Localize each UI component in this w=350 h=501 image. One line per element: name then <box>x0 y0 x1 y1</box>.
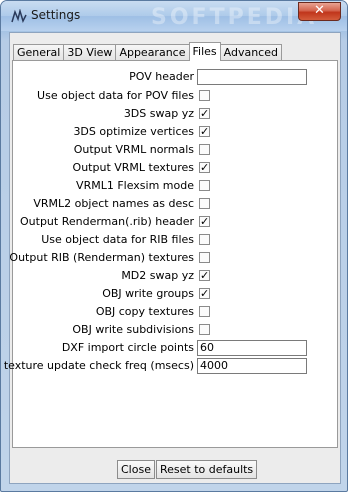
close-window-button[interactable]: ✕ <box>298 2 341 21</box>
setting-row: OBJ copy textures <box>13 304 337 322</box>
checkmark-icon: ✓ <box>200 215 210 228</box>
setting-label: OBJ write groups <box>102 287 194 300</box>
setting-row: OBJ write subdivisions <box>13 322 337 340</box>
setting-label: Use object data for POV files <box>37 89 194 102</box>
setting-row: MD2 swap yz ✓ <box>13 268 337 286</box>
setting-label: POV header <box>129 70 194 83</box>
setting-row: OBJ write groups ✓ <box>13 286 337 304</box>
pov-header-field[interactable] <box>197 69 307 85</box>
dialog-button-bar: Close Reset to defaults <box>117 460 258 479</box>
vrml2-names-desc-checkbox[interactable] <box>199 198 210 209</box>
3ds-optimize-vertices-checkbox[interactable]: ✓ <box>199 126 210 137</box>
tab-general[interactable]: General <box>13 44 65 61</box>
checkmark-icon: ✓ <box>200 107 210 120</box>
title-bar[interactable]: Settings SOFTPEDIA ✕ <box>1 1 347 31</box>
setting-label: DXF import circle points <box>61 341 194 354</box>
tab-appearance[interactable]: Appearance <box>115 44 190 61</box>
setting-label: texture update check freq (msecs) <box>3 359 194 372</box>
watermark: SOFTPEDIA <box>151 5 318 30</box>
setting-label: Use object data for RIB files <box>41 233 194 246</box>
setting-label: 3DS swap yz <box>123 107 194 120</box>
setting-row: Output VRML textures ✓ <box>13 160 337 178</box>
dxf-circle-points-field[interactable]: 60 <box>197 340 307 356</box>
setting-row: 3DS swap yz ✓ <box>13 106 337 124</box>
setting-label: OBJ copy textures <box>95 305 194 318</box>
texture-check-freq-field[interactable]: 4000 <box>197 358 307 374</box>
setting-row: VRML1 Flexsim mode <box>13 178 337 196</box>
setting-row: POV header <box>13 69 337 87</box>
app-icon <box>11 9 27 23</box>
obj-write-subdivisions-checkbox[interactable] <box>199 324 210 335</box>
setting-label: Output VRML normals <box>73 143 194 156</box>
3ds-swap-yz-checkbox[interactable]: ✓ <box>199 108 210 119</box>
setting-row: texture update check freq (msecs) 4000 <box>4 358 337 376</box>
setting-row: VRML2 object names as desc <box>13 196 337 214</box>
checkmark-icon: ✓ <box>200 125 210 138</box>
close-icon: ✕ <box>314 3 325 18</box>
tab-3d-view[interactable]: 3D View <box>63 44 117 61</box>
setting-label: 3DS optimize vertices <box>73 125 194 138</box>
close-button[interactable]: Close <box>117 460 155 479</box>
vrml1-flexsim-checkbox[interactable] <box>199 180 210 191</box>
rib-textures-checkbox[interactable] <box>199 252 210 263</box>
md2-swap-yz-checkbox[interactable]: ✓ <box>199 270 210 281</box>
tab-advanced[interactable]: Advanced <box>219 44 282 61</box>
vrml-normals-checkbox[interactable] <box>199 144 210 155</box>
settings-window: Settings SOFTPEDIA ✕ General 3D View App… <box>0 0 348 492</box>
setting-row: Output VRML normals <box>13 142 337 160</box>
reset-to-defaults-button[interactable]: Reset to defaults <box>155 460 258 479</box>
obj-copy-textures-checkbox[interactable] <box>199 306 210 317</box>
setting-label: Output RIB (Renderman) textures <box>9 251 194 264</box>
window-title: Settings <box>31 8 81 22</box>
dialog-client-area: General 3D View Appearance Files Advance… <box>4 32 341 484</box>
setting-row: Output Renderman(.rib) header ✓ <box>13 214 337 232</box>
checkmark-icon: ✓ <box>200 287 210 300</box>
vrml-textures-checkbox[interactable]: ✓ <box>199 162 210 173</box>
renderman-header-checkbox[interactable]: ✓ <box>199 216 210 227</box>
tab-files[interactable]: Files <box>188 42 221 61</box>
setting-row: DXF import circle points 60 <box>13 340 337 358</box>
files-settings-panel: POV header Use object data for POV files… <box>4 60 338 448</box>
rib-object-data-checkbox[interactable] <box>199 234 210 245</box>
checkmark-icon: ✓ <box>200 269 210 282</box>
setting-row: Output RIB (Renderman) textures <box>9 250 337 268</box>
setting-label: Output Renderman(.rib) header <box>20 215 194 228</box>
setting-label: OBJ write subdivisions <box>72 323 194 336</box>
setting-row: Use object data for RIB files <box>13 232 337 250</box>
pov-object-data-checkbox[interactable] <box>199 90 210 101</box>
setting-label: MD2 swap yz <box>121 269 194 282</box>
setting-row: 3DS optimize vertices ✓ <box>13 124 337 142</box>
tab-strip: General 3D View Appearance Files Advance… <box>13 42 282 61</box>
setting-label: Output VRML textures <box>72 161 194 174</box>
setting-label: VRML1 Flexsim mode <box>76 179 194 192</box>
setting-label: VRML2 object names as desc <box>33 197 194 210</box>
setting-row: Use object data for POV files <box>13 88 337 106</box>
obj-write-groups-checkbox[interactable]: ✓ <box>199 288 210 299</box>
checkmark-icon: ✓ <box>200 161 210 174</box>
